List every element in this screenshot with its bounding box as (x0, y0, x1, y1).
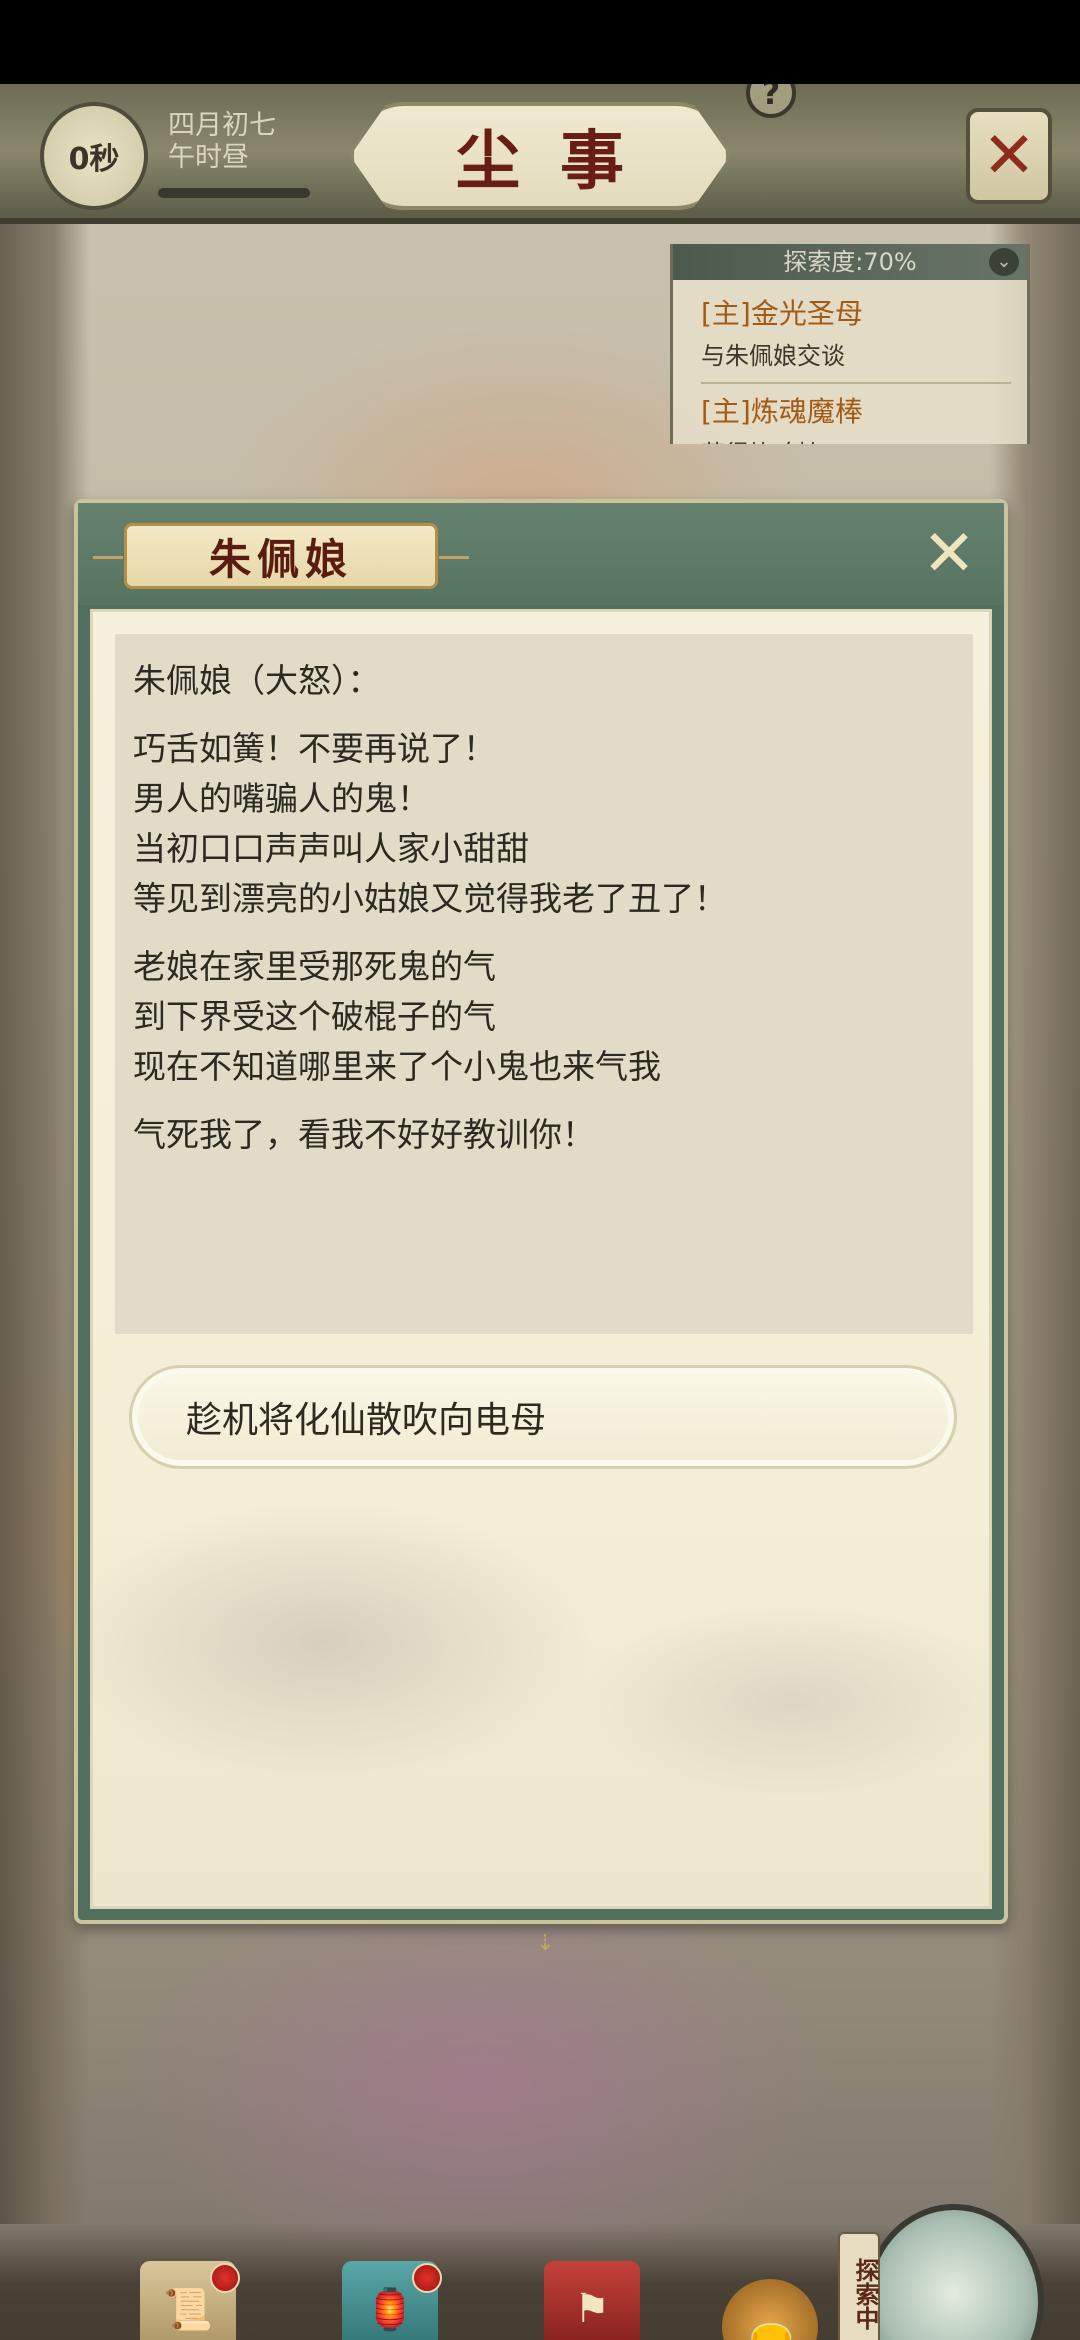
quest-desc: 与朱佩娘交谈 (701, 342, 845, 370)
dialog-header: 朱佩娘 ✕ (78, 503, 1004, 605)
quest-item[interactable]: [主]金光圣母 与朱佩娘交谈 (701, 292, 1011, 384)
nav-dongfu[interactable]: 🏮 洞府 (320, 2261, 460, 2340)
nav-shimen[interactable]: ⚑ 师门 (522, 2261, 662, 2340)
exploration-progress: 探索度:70% ⌄ (673, 244, 1027, 280)
quest-title: [主]金光圣母 (701, 297, 863, 330)
dialog-paragraph: 气死我了，看我不好好教训你！ (133, 1110, 955, 1160)
dialog-line: 现在不知道哪里来了个小鬼也来气我 (133, 1047, 661, 1086)
dialog-line: 气死我了，看我不好好教训你！ (133, 1115, 595, 1154)
close-icon[interactable]: ✕ (914, 519, 984, 589)
dialog-choice-button[interactable]: 趁机将化仙散吹向电母 (129, 1365, 957, 1469)
exploration-label: 探索度:70% (783, 248, 917, 276)
notification-dot (210, 2263, 240, 2293)
dialog-line: 男人的嘴骗人的鬼！ (133, 779, 430, 818)
quest-desc: 获得炼魂棒 (701, 434, 1011, 444)
quest-tracker[interactable]: 探索度:70% ⌄ [主]金光圣母 与朱佩娘交谈 [主]炼魂魔棒 获得炼魂棒 (670, 244, 1030, 444)
close-scene-button[interactable]: ✕ (966, 108, 1052, 204)
time-progress-bar (158, 188, 310, 198)
dialog-line: 老娘在家里受那死鬼的气 (133, 947, 496, 986)
dialog-paragraph: 老娘在家里受那死鬼的气 到下界受这个破棍子的气 现在不知道哪里来了个小鬼也来气我 (133, 942, 955, 1092)
dialog-paragraph: 巧舌如簧！不要再说了！ 男人的嘴骗人的鬼！ 当初口口声声叫人家小甜甜 等见到漂亮… (133, 724, 955, 924)
nav-xingnang[interactable]: 👝 行囊 (700, 2279, 840, 2340)
dialog-line: 当初口口声声叫人家小甜甜 (133, 829, 529, 868)
notification-dot (412, 2263, 442, 2293)
speaker-line: 朱佩娘（大怒）： (133, 661, 381, 700)
page-title: 尘事 (350, 102, 730, 210)
nav-xuanjing[interactable]: 📜 玄境 (118, 2261, 258, 2340)
dialog-line: 巧舌如簧！不要再说了！ (133, 729, 496, 768)
help-icon[interactable]: ? (746, 84, 796, 118)
top-bar: 0秒 四月初七 午时昼 尘事 ? ✕ (0, 84, 1080, 224)
date-label: 四月初七 (168, 110, 276, 141)
explore-tag: 探索中 (838, 2232, 880, 2340)
timer-badge: 0秒 (40, 102, 148, 210)
banner-icon: ⚑ (544, 2261, 640, 2340)
bag-icon: 👝 (722, 2279, 818, 2340)
dialog-text: 朱佩娘（大怒）： 巧舌如簧！不要再说了！ 男人的嘴骗人的鬼！ 当初口口声声叫人家… (115, 634, 973, 1334)
time-period-label: 午时昼 (168, 142, 249, 173)
npc-dialog: 朱佩娘 ✕ 朱佩娘（大怒）： 巧舌如簧！不要再说了！ 男人的嘴骗人的鬼！ 当初口… (74, 499, 1008, 1956)
dialog-line: 到下界受这个破棍子的气 (133, 997, 496, 1036)
arrow-down-icon: ⇣ (536, 1931, 555, 1956)
npc-name: 朱佩娘 (93, 523, 469, 589)
quest-item[interactable]: [主]炼魂魔棒 获得炼魂棒 (701, 390, 1011, 444)
date-block: 四月初七 午时昼 (168, 110, 276, 174)
quest-title: [主]炼魂魔棒 (701, 395, 863, 428)
chevron-down-icon[interactable]: ⌄ (989, 248, 1019, 276)
dialog-body: 朱佩娘（大怒）： 巧舌如簧！不要再说了！ 男人的嘴骗人的鬼！ 当初口口声声叫人家… (90, 609, 992, 1909)
dialog-line: 等见到漂亮的小姑娘又觉得我老了丑了！ (133, 879, 727, 918)
game-screen: 0秒 四月初七 午时昼 尘事 ? ✕ 探索度:70% ⌄ [主]金光圣母 与朱佩… (0, 84, 1080, 2340)
